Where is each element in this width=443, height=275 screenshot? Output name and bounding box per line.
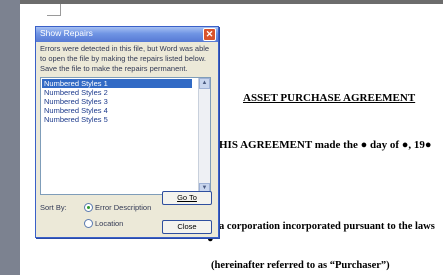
- dialog-message-line: Errors were detected in this file, but W…: [40, 44, 210, 53]
- page-corner-mark: [60, 4, 61, 16]
- document-title: ASSET PURCHASE AGREEMENT: [243, 92, 416, 104]
- dialog-title: Show Repairs: [40, 28, 93, 38]
- sort-error-description-radio[interactable]: [84, 203, 93, 212]
- list-item[interactable]: Numbered Styles 3: [42, 97, 192, 106]
- scroll-up-arrow-icon[interactable]: ▲: [199, 78, 210, 89]
- sort-by-label: Sort By:: [40, 203, 67, 212]
- page-corner-mark: [47, 15, 61, 16]
- go-to-button[interactable]: Go To: [162, 191, 212, 205]
- show-repairs-dialog: Show Repairs ✕ Errors were detected in t…: [35, 26, 219, 238]
- document-paragraph-line: HIS AGREEMENT made the ● day of ●, 19●: [219, 139, 432, 151]
- sort-option-label[interactable]: Error Description: [95, 203, 151, 212]
- document-left-margin-strip: [0, 0, 20, 275]
- repairs-listbox[interactable]: Numbered Styles 1 Numbered Styles 2 Numb…: [40, 77, 211, 195]
- close-icon[interactable]: ✕: [203, 28, 216, 41]
- list-item[interactable]: Numbered Styles 5: [42, 115, 192, 124]
- document-paragraph-line: (hereinafter referred to as “Purchaser”): [211, 260, 390, 271]
- list-item[interactable]: Numbered Styles 4: [42, 106, 192, 115]
- dialog-message-line: to open the file by making the repairs l…: [40, 54, 206, 63]
- dialog-titlebar[interactable]: Show Repairs ✕: [36, 27, 218, 42]
- sort-option-label[interactable]: Location: [95, 219, 123, 228]
- list-item[interactable]: Numbered Styles 2: [42, 88, 192, 97]
- document-paragraph-line: a corporation incorporated pursuant to t…: [219, 221, 435, 232]
- close-button[interactable]: Close: [162, 220, 212, 234]
- list-scrollbar[interactable]: ▲ ▼: [198, 78, 210, 194]
- list-item[interactable]: Numbered Styles 1: [42, 79, 192, 88]
- sort-location-radio[interactable]: [84, 219, 93, 228]
- dialog-message-line: Save the file to make the repairs perman…: [40, 64, 188, 73]
